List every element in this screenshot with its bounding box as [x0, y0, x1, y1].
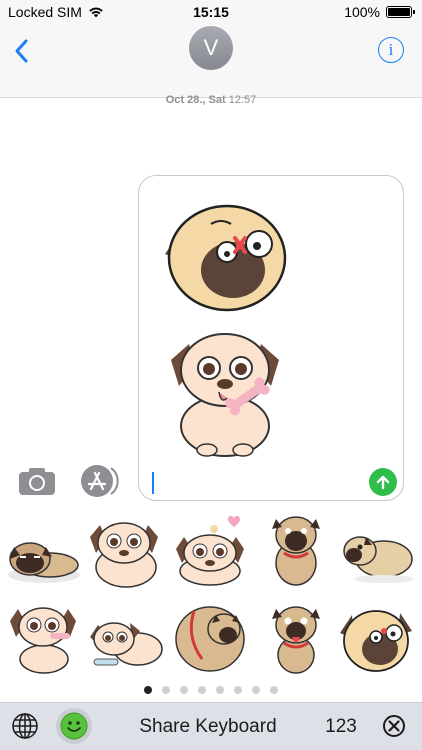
sticker-preview-dizzy-pug[interactable] [161, 194, 291, 312]
delete-button[interactable] [382, 714, 406, 738]
sticker-pug-round[interactable] [172, 597, 250, 675]
text-caret [152, 472, 154, 494]
sticker-pug-heart[interactable] [172, 513, 250, 591]
page-dot[interactable] [144, 686, 152, 694]
info-icon: i [388, 40, 394, 59]
globe-icon [12, 713, 38, 739]
sticker-pug-standing[interactable] [258, 511, 336, 589]
sticker-preview-bone-pug[interactable] [165, 326, 285, 458]
page-dot[interactable] [252, 686, 260, 694]
timestamp-time: 12:57 [228, 94, 257, 106]
chevron-left-icon [15, 39, 28, 63]
delete-icon [383, 715, 405, 737]
status-right: 100% [344, 4, 415, 20]
sticker-pug-bone[interactable] [6, 599, 84, 677]
battery-percent: 100% [344, 4, 380, 20]
page-dot[interactable] [162, 686, 170, 694]
emoji-button[interactable] [56, 708, 92, 744]
sticker-pug-bone-lying[interactable] [88, 603, 166, 681]
page-dot[interactable] [234, 686, 242, 694]
status-bar: Locked SIM 15:15 100% [0, 0, 422, 24]
numbers-key[interactable]: 123 [318, 716, 364, 738]
share-keyboard-button[interactable]: Share Keyboard [110, 716, 306, 738]
page-dot[interactable] [270, 686, 278, 694]
battery-fill [388, 8, 410, 16]
back-button[interactable] [10, 36, 36, 66]
compose-field[interactable] [138, 175, 404, 501]
app-store-icon [81, 465, 119, 497]
contact-initial: V [203, 35, 219, 60]
arrow-up-icon [376, 475, 390, 490]
camera-button[interactable] [18, 466, 56, 496]
sticker-pug-lying[interactable] [4, 519, 82, 597]
page-dot[interactable] [180, 686, 188, 694]
sticker-keyboard [0, 505, 422, 698]
info-button[interactable]: i [378, 37, 404, 63]
conversation-header: V i [0, 24, 422, 98]
message-timestamp: Oct 28., Sat 12:57 [0, 94, 422, 106]
app-store-button[interactable] [78, 464, 120, 498]
sticker-pug-tongue[interactable] [258, 599, 336, 677]
sticker-pug-side[interactable] [338, 515, 416, 593]
timestamp-date: Oct 28., Sat [165, 94, 226, 106]
globe-button[interactable] [10, 711, 40, 741]
sticker-page-indicator[interactable] [0, 686, 422, 698]
contact-avatar[interactable]: V [189, 26, 233, 70]
keyboard-bottom-bar: Share Keyboard 123 [0, 702, 422, 750]
battery-icon [386, 6, 415, 18]
camera-icon [19, 468, 55, 495]
sticker-pug-dizzy[interactable] [338, 601, 416, 679]
send-button[interactable] [369, 468, 397, 496]
page-dot[interactable] [198, 686, 206, 694]
sticker-pug-chubby[interactable] [86, 513, 164, 591]
smiley-icon [60, 712, 88, 740]
page-dot[interactable] [216, 686, 224, 694]
